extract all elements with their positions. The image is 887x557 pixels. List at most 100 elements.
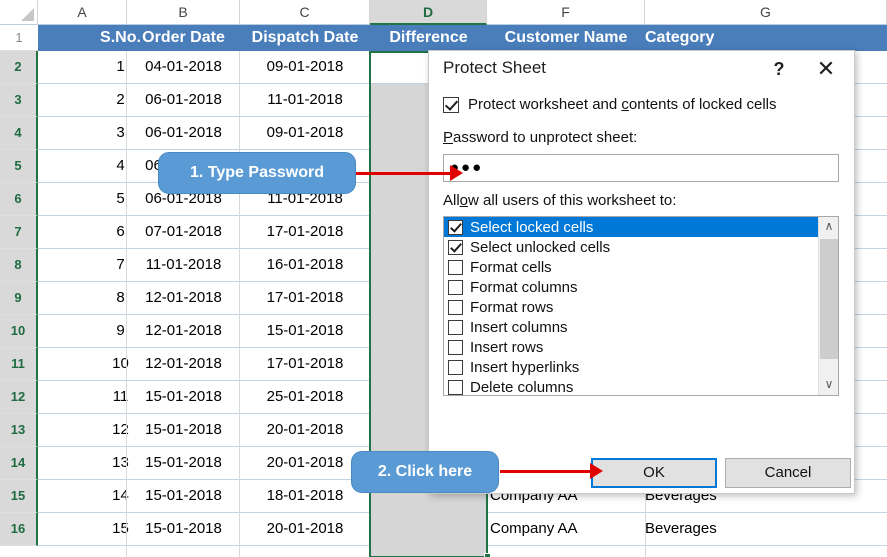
permission-checkbox[interactable] [448,319,463,335]
arrow-1-head-icon [450,165,463,181]
column-header-b[interactable]: B [127,0,240,25]
permission-checkbox[interactable] [448,359,463,375]
row-header-15[interactable]: 15 [0,480,38,513]
permission-checkbox[interactable] [448,339,463,355]
permission-label: Delete columns [470,378,574,396]
column-header-f[interactable]: F [487,0,645,25]
row-header-9[interactable]: 9 [0,282,38,315]
row-header-12[interactable]: 12 [0,381,38,414]
protect-label-part1: Protect worksheet and [468,96,622,113]
allow-users-label: Allow all users of this worksheet to: [443,192,676,209]
permission-checkbox[interactable] [448,259,463,275]
permission-checkbox[interactable] [448,219,463,235]
row-header-13[interactable]: 13 [0,414,38,447]
permission-item-insert-rows[interactable]: Insert rows [444,337,818,357]
permission-label: Insert columns [470,318,568,336]
listbox-scrollbar[interactable]: ∧ ∨ [818,217,838,395]
protect-worksheet-checkbox-row[interactable]: Protect worksheet and contents of locked… [443,96,777,113]
permission-item-insert-columns[interactable]: Insert columns [444,317,818,337]
protect-worksheet-checkbox[interactable] [443,96,459,113]
cell-dispatch-date-row-16[interactable]: 20-01-2018 [240,513,370,545]
ok-button[interactable]: OK [591,458,717,488]
cell-dispatch-date-row-4[interactable]: 09-01-2018 [240,117,370,149]
permission-checkbox[interactable] [448,299,463,315]
cell-order-date-row-13[interactable]: 15-01-2018 [127,414,240,446]
cell-order-date-row-10[interactable]: 12-01-2018 [127,315,240,347]
close-icon[interactable]: ✕ [812,55,840,83]
permission-item-insert-hyperlinks[interactable]: Insert hyperlinks [444,357,818,377]
cell-order-date-row-9[interactable]: 12-01-2018 [127,282,240,314]
table-header-order-date: Order Date [142,29,225,46]
cancel-button[interactable]: Cancel [725,458,851,488]
column-header-c[interactable]: C [240,0,370,25]
permission-label: Format rows [470,298,554,316]
cell-order-date-row-2[interactable]: 04-01-2018 [127,51,240,83]
column-header-a[interactable]: A [38,0,127,25]
cell-category-row-16[interactable]: Beverages [645,513,765,545]
row-header-6[interactable]: 6 [0,183,38,216]
scroll-up-icon[interactable]: ∧ [819,217,838,237]
permission-item-delete-columns[interactable]: Delete columns [444,377,818,396]
allow-label-part2: w all users of this worksheet to: [468,192,677,209]
excel-protect-sheet-screen: A B C D F G 1 2 3 4 5 6 7 8 9 10 11 12 13 14 15 16 S.No… [0,0,887,557]
password-input[interactable]: ●●● [443,154,839,182]
select-all-corner[interactable] [0,0,38,25]
cell-dispatch-date-row-3[interactable]: 11-01-2018 [240,84,370,116]
scrollbar-thumb[interactable] [820,239,838,359]
cell-order-date-row-12[interactable]: 15-01-2018 [127,381,240,413]
password-label-rest: assword to unprotect sheet: [453,129,638,146]
table-header-customer-name: Customer Name [504,29,628,46]
cell-dispatch-date-row-8[interactable]: 16-01-2018 [240,249,370,281]
permissions-listbox[interactable]: Select locked cells Select unlocked cells… [443,216,839,396]
cell-dispatch-date-row-7[interactable]: 17-01-2018 [240,216,370,248]
row-header-5[interactable]: 5 [0,150,38,183]
permission-checkbox[interactable] [448,239,463,255]
column-header-d[interactable]: D [370,0,487,25]
permission-checkbox[interactable] [448,279,463,295]
row-header-2[interactable]: 2 [0,51,38,84]
grid-line-vertical [126,51,127,557]
cell-dispatch-date-row-2[interactable]: 09-01-2018 [240,51,370,83]
permission-item-format-cells[interactable]: Format cells [444,257,818,277]
selection-fill-handle[interactable] [484,553,491,557]
row-header-3[interactable]: 3 [0,84,38,117]
cell-dispatch-date-row-11[interactable]: 17-01-2018 [240,348,370,380]
table-header-dispatch-date: Dispatch Date [251,29,359,46]
cell-order-date-row-14[interactable]: 15-01-2018 [127,447,240,479]
permission-item-select-unlocked-cells[interactable]: Select unlocked cells [444,237,818,257]
column-header-g[interactable]: G [645,0,887,25]
row-header-10[interactable]: 10 [0,315,38,348]
cell-order-date-row-11[interactable]: 12-01-2018 [127,348,240,380]
row-header-1[interactable]: 1 [0,25,38,51]
permission-label: Format cells [470,258,552,276]
callout-click-here: 2. Click here [351,451,499,493]
row-header-14[interactable]: 14 [0,447,38,480]
cell-dispatch-date-row-9[interactable]: 17-01-2018 [240,282,370,314]
row-header-7[interactable]: 7 [0,216,38,249]
cell-dispatch-date-row-10[interactable]: 15-01-2018 [240,315,370,347]
cell-dispatch-date-row-12[interactable]: 25-01-2018 [240,381,370,413]
permissions-list: Select locked cells Select unlocked cells… [444,217,818,395]
cell-order-date-row-4[interactable]: 06-01-2018 [127,117,240,149]
row-header-16[interactable]: 16 [0,513,38,546]
permission-checkbox[interactable] [448,379,463,395]
scroll-down-icon[interactable]: ∨ [819,375,838,395]
allow-label-part1: All [443,192,460,209]
callout-type-password: 1. Type Password [158,152,356,194]
row-header-4[interactable]: 4 [0,117,38,150]
row-header-11[interactable]: 11 [0,348,38,381]
cell-customer-name-row-16[interactable]: Company AA [490,513,640,545]
protect-label-accel: c [621,96,629,113]
cell-dispatch-date-row-13[interactable]: 20-01-2018 [240,414,370,446]
permission-item-format-columns[interactable]: Format columns [444,277,818,297]
cell-order-date-row-3[interactable]: 06-01-2018 [127,84,240,116]
cell-order-date-row-7[interactable]: 07-01-2018 [127,216,240,248]
cell-order-date-row-16[interactable]: 15-01-2018 [127,513,240,545]
help-icon[interactable]: ? [766,57,792,81]
protect-label-part2: ontents of locked cells [628,96,777,113]
permission-item-format-rows[interactable]: Format rows [444,297,818,317]
cell-order-date-row-8[interactable]: 11-01-2018 [127,249,240,281]
cell-order-date-row-15[interactable]: 15-01-2018 [127,480,240,512]
permission-item-select-locked-cells[interactable]: Select locked cells [444,217,818,237]
row-header-8[interactable]: 8 [0,249,38,282]
